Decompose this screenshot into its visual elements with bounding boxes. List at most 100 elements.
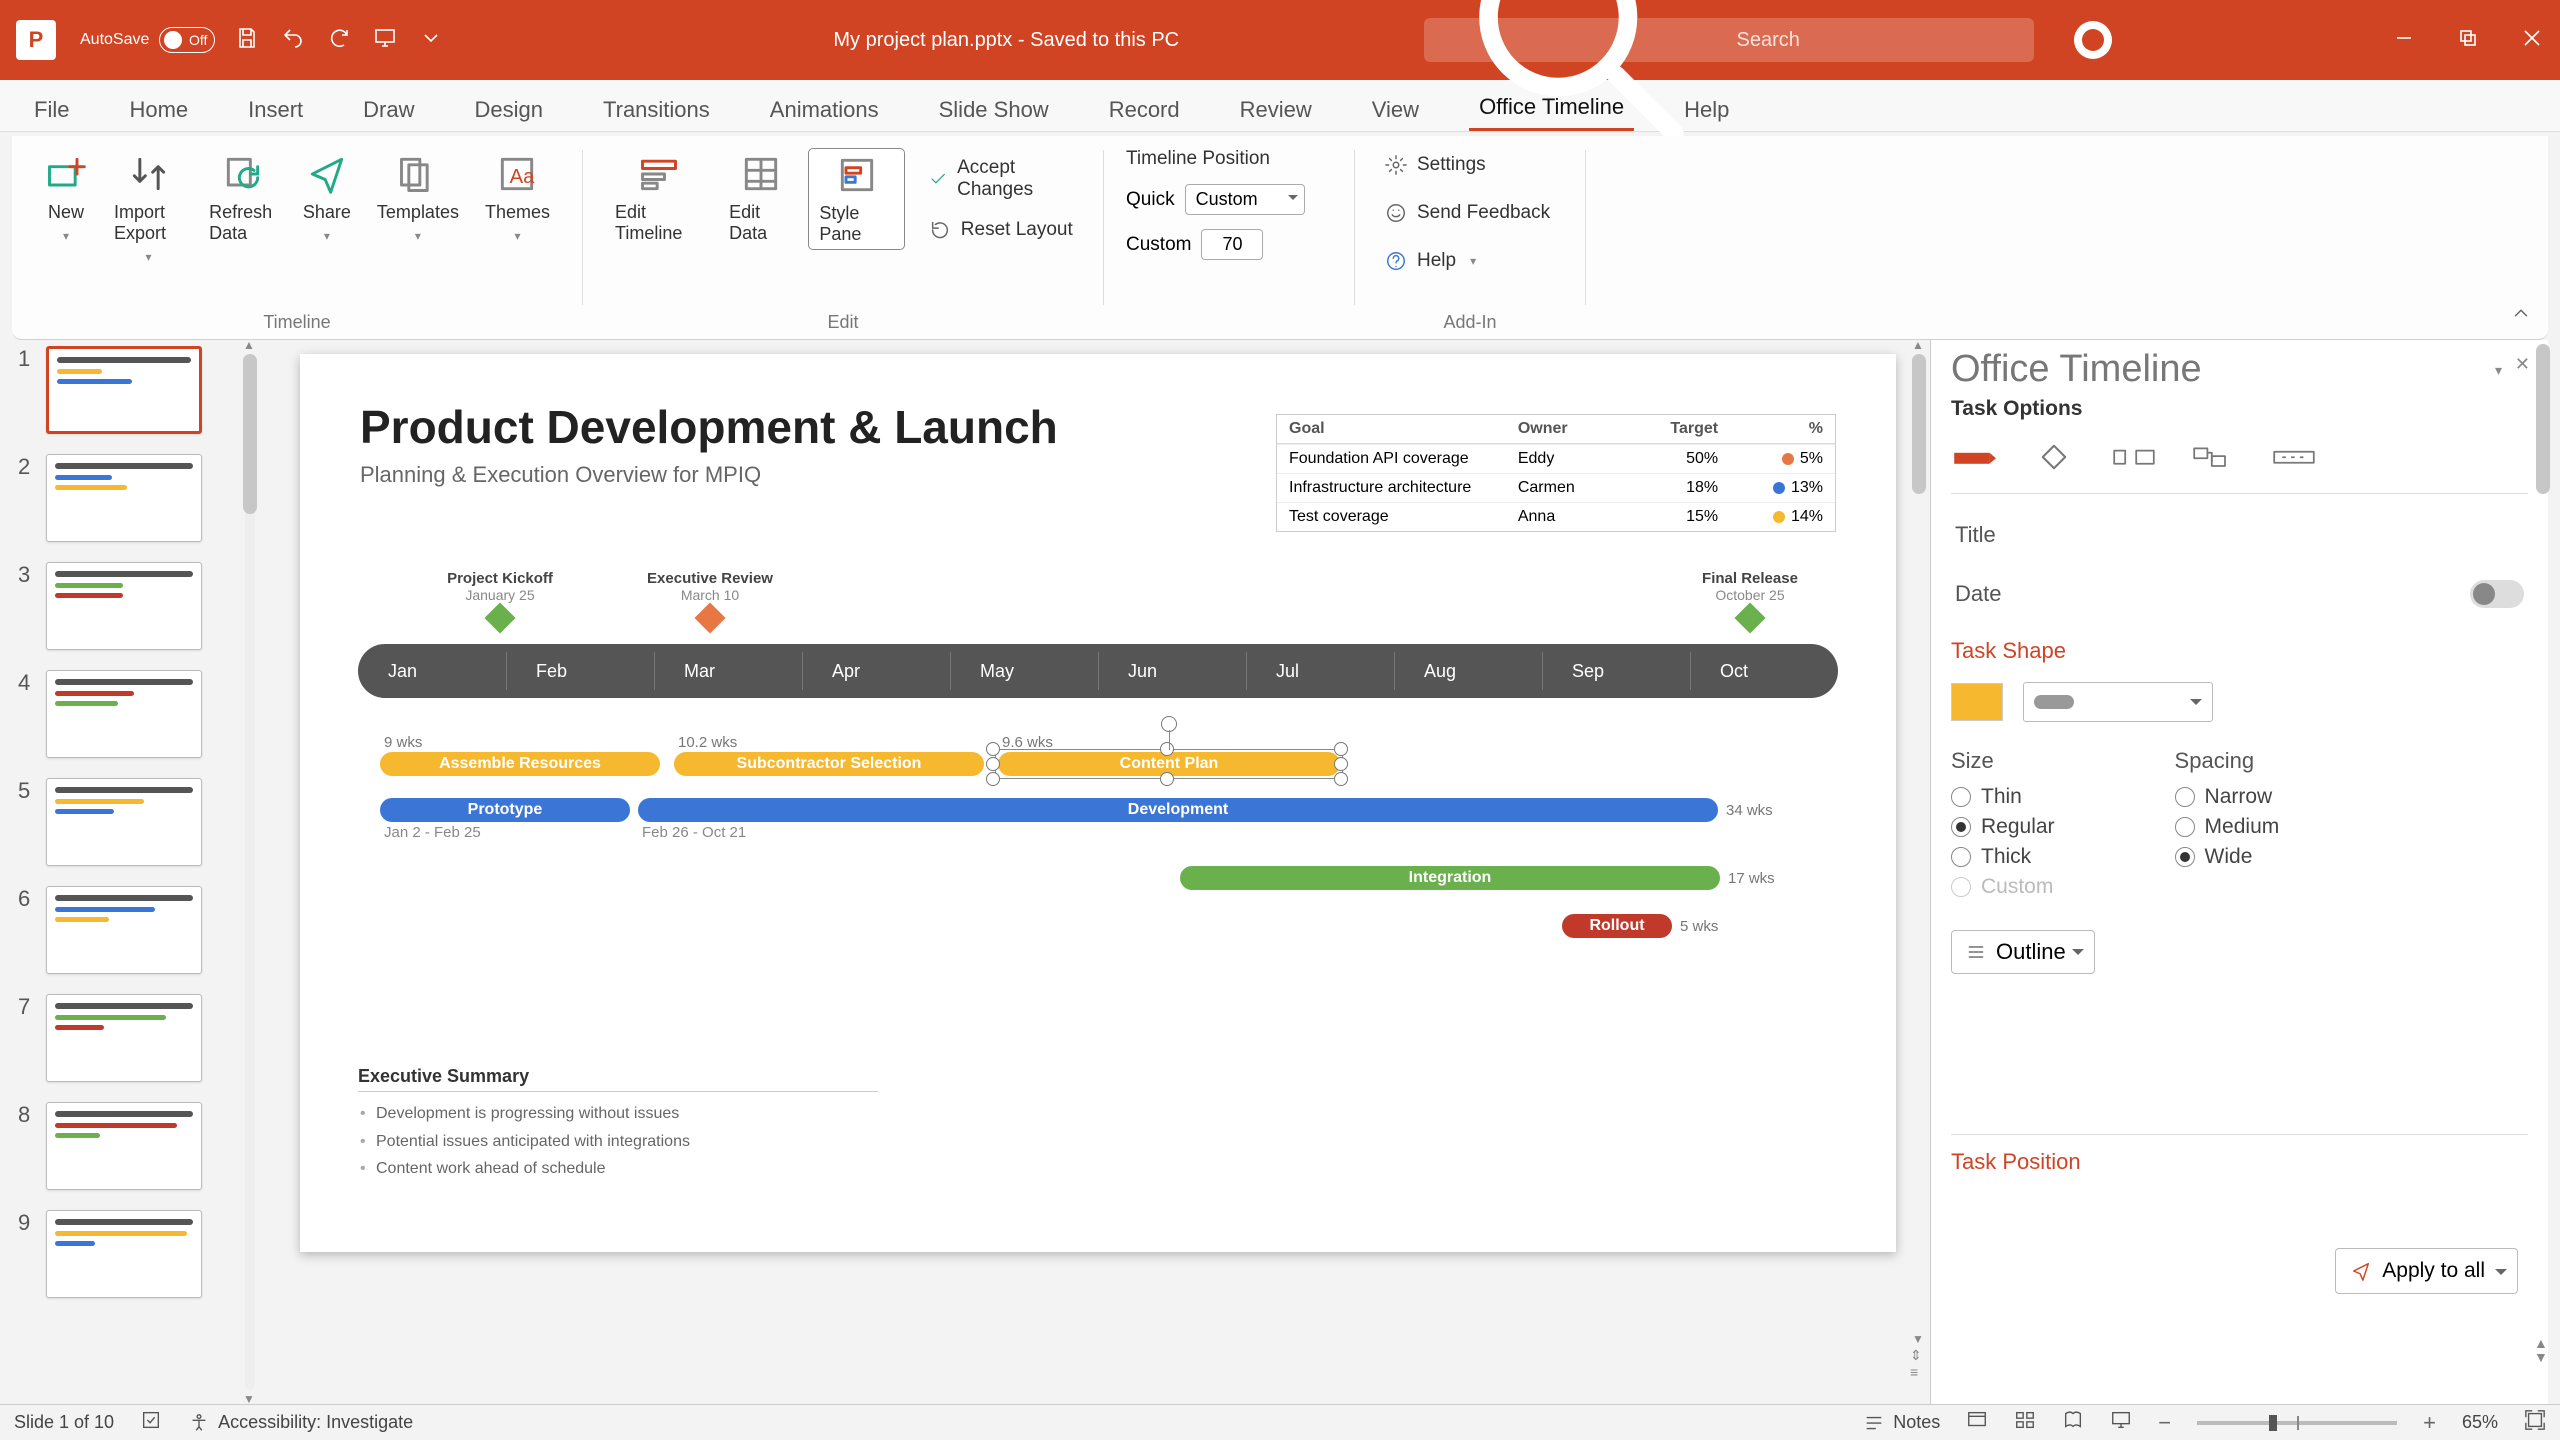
size-thin[interactable]: Thin [1951, 782, 2055, 812]
slide-thumbnail[interactable] [46, 1102, 202, 1190]
tab-file[interactable]: File [24, 97, 79, 131]
tab-help[interactable]: Help [1674, 97, 1739, 131]
slide-thumbnail[interactable] [46, 994, 202, 1082]
qat-more-icon[interactable] [419, 26, 443, 55]
tab-insert[interactable]: Insert [238, 97, 313, 131]
shape-steps-icon[interactable] [2191, 439, 2237, 475]
reset-layout-button[interactable]: Reset Layout [921, 213, 1081, 247]
redo-icon[interactable] [327, 26, 351, 55]
slide-counter[interactable]: Slide 1 of 10 [14, 1412, 114, 1433]
tab-view[interactable]: View [1362, 97, 1429, 131]
send-feedback-button[interactable]: Send Feedback [1377, 196, 1563, 230]
outline-dropdown[interactable]: Outline [1951, 930, 2095, 974]
apply-to-all-button[interactable]: Apply to all [2335, 1248, 2518, 1294]
present-icon[interactable] [373, 26, 397, 55]
search-input[interactable] [1737, 29, 2016, 52]
size-thick[interactable]: Thick [1951, 842, 2055, 872]
task-bar[interactable]: Assemble Resources [380, 752, 660, 776]
slide-thumbnail[interactable] [46, 778, 202, 866]
zoom-level[interactable]: 65% [2462, 1412, 2498, 1433]
slide-thumbnail[interactable] [46, 562, 202, 650]
thumb-number: 6 [18, 886, 38, 912]
title-row[interactable]: Title [1951, 506, 2528, 564]
new-button[interactable]: New▾ [34, 148, 98, 268]
shape-columns-icon[interactable] [2111, 439, 2157, 475]
search-box[interactable] [1424, 18, 2034, 62]
settings-button[interactable]: Settings [1377, 148, 1563, 182]
task-color-swatch[interactable] [1951, 683, 2003, 721]
reading-view-icon[interactable] [2062, 1409, 2084, 1436]
tab-design[interactable]: Design [465, 97, 553, 131]
slide-thumbnail[interactable] [46, 886, 202, 974]
tab-record[interactable]: Record [1099, 97, 1190, 131]
thumb-number: 5 [18, 778, 38, 804]
thumb-number: 8 [18, 1102, 38, 1128]
tab-draw[interactable]: Draw [353, 97, 424, 131]
canvas-scrollbar[interactable]: ▲ ▼ ⇕ ≡ [1910, 340, 1928, 1374]
collapse-ribbon-icon[interactable] [2510, 302, 2532, 329]
zoom-out-icon[interactable]: − [2158, 1410, 2171, 1436]
slide-canvas[interactable]: Product Development & Launch Planning & … [266, 340, 1930, 1404]
edit-data-button[interactable]: Edit Data [719, 148, 802, 250]
undo-icon[interactable] [281, 26, 305, 55]
spacing-wide[interactable]: Wide [2175, 842, 2280, 872]
spellcheck-icon[interactable] [140, 1409, 162, 1436]
edit-timeline-button[interactable]: Edit Timeline [605, 148, 713, 250]
tab-review[interactable]: Review [1230, 97, 1322, 131]
minimize-icon[interactable] [2392, 26, 2416, 55]
task-option-tabs [1951, 439, 2528, 494]
shape-dotted-icon[interactable] [2271, 439, 2317, 475]
tab-slide-show[interactable]: Slide Show [929, 97, 1059, 131]
sorter-view-icon[interactable] [2014, 1409, 2036, 1436]
spacing-narrow[interactable]: Narrow [2175, 782, 2280, 812]
maximize-icon[interactable] [2456, 26, 2480, 55]
slide-thumbnail[interactable] [46, 670, 202, 758]
fit-to-window-icon[interactable] [2524, 1409, 2546, 1436]
help-button[interactable]: Help▾ [1377, 244, 1563, 278]
task-bar[interactable]: Development [638, 798, 1718, 822]
task-bar[interactable]: Prototype [380, 798, 630, 822]
autosave-toggle[interactable]: Off [159, 27, 215, 53]
zoom-in-icon[interactable]: + [2423, 1410, 2436, 1436]
accept-changes-button[interactable]: Accept Changes [921, 151, 1081, 207]
zoom-slider[interactable] [2197, 1421, 2397, 1425]
shape-bar-icon[interactable] [1951, 439, 1997, 475]
custom-position-input[interactable] [1201, 229, 1263, 260]
notes-button[interactable]: Notes [1863, 1412, 1940, 1434]
size-regular[interactable]: Regular [1951, 812, 2055, 842]
tab-transitions[interactable]: Transitions [593, 97, 720, 131]
slide-thumbnail[interactable] [46, 346, 202, 434]
normal-view-icon[interactable] [1966, 1409, 1988, 1436]
quick-dropdown[interactable]: Custom [1185, 184, 1305, 215]
slide-thumbnail[interactable] [46, 454, 202, 542]
date-toggle[interactable] [2470, 580, 2524, 608]
task-shape-dropdown[interactable] [2023, 682, 2213, 722]
tab-animations[interactable]: Animations [760, 97, 889, 131]
slideshow-view-icon[interactable] [2110, 1409, 2132, 1436]
autosave-control[interactable]: AutoSave Off [80, 27, 215, 53]
size-custom[interactable]: Custom [1951, 872, 2055, 902]
pane-scrollbar[interactable]: ▲▼ [2534, 342, 2552, 1364]
templates-button[interactable]: Templates▾ [367, 148, 469, 268]
slide-thumbnail[interactable] [46, 1210, 202, 1298]
style-pane-button[interactable]: Style Pane [808, 148, 904, 250]
task-bar[interactable]: Integration [1180, 866, 1720, 890]
tab-home[interactable]: Home [119, 97, 198, 131]
accessibility-status[interactable]: Accessibility: Investigate [188, 1412, 413, 1434]
import-export-button[interactable]: Import Export▾ [104, 148, 193, 268]
close-pane-icon[interactable]: ✕ [2515, 354, 2530, 375]
user-avatar[interactable] [2074, 21, 2112, 59]
task-bar[interactable]: Subcontractor Selection [674, 752, 984, 776]
save-icon[interactable] [235, 26, 259, 55]
pane-options-icon[interactable]: ▾ [2495, 362, 2502, 379]
thumbs-scrollbar[interactable]: ▲▼ [240, 340, 260, 1404]
refresh-data-button[interactable]: Refresh Data [199, 148, 287, 268]
tab-office-timeline[interactable]: Office Timeline [1469, 94, 1634, 131]
task-bar[interactable]: Rollout [1562, 914, 1672, 938]
shape-diamond-icon[interactable] [2031, 439, 2077, 475]
themes-button[interactable]: AaThemes▾ [475, 148, 560, 268]
spacing-medium[interactable]: Medium [2175, 812, 2280, 842]
share-button[interactable]: Share▾ [293, 148, 361, 268]
goal-row: Test coverageAnna15%14% [1277, 502, 1835, 531]
close-icon[interactable] [2520, 26, 2544, 55]
